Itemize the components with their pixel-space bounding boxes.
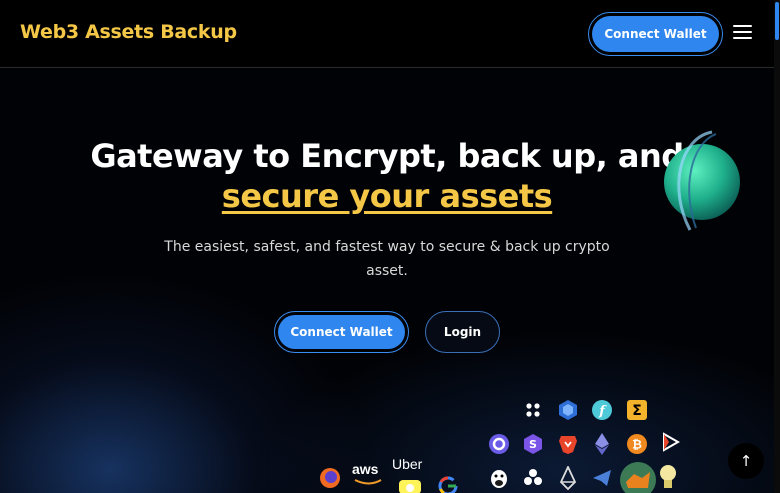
top-navbar: Web3 Assets Backup Connect Wallet [0, 0, 774, 68]
hamburger-menu-icon[interactable] [733, 25, 752, 41]
aws-smile-icon [354, 479, 382, 485]
page-scrollbar[interactable] [774, 0, 780, 493]
svg-text:Σ: Σ [632, 403, 642, 419]
brave-icon [559, 436, 577, 454]
svg-text:S: S [529, 438, 537, 451]
metamask-icon [620, 462, 656, 493]
arrow-up-icon: ↑ [739, 452, 753, 470]
scrollbar-thumb[interactable] [775, 2, 779, 40]
dots-icon [524, 469, 542, 485]
hero-connect-wallet-button[interactable]: Connect Wallet [278, 315, 405, 349]
hero-title-plain: Gateway to Encrypt, back up, and [90, 137, 684, 175]
telegram-icon [593, 470, 611, 486]
ocean-icon [489, 434, 509, 454]
header-connect-wallet-button[interactable]: Connect Wallet [592, 16, 719, 52]
eos-icon [559, 466, 577, 490]
bulb-icon [660, 465, 676, 488]
hero-subtitle: The easiest, safest, and fastest way to … [164, 239, 610, 279]
snapchat-icon [399, 480, 421, 493]
brand-logo-text[interactable]: Web3 Assets Backup [20, 21, 237, 43]
login-button[interactable]: Login [425, 311, 500, 353]
ethereum-icon [595, 433, 609, 455]
planet-illustration-icon [664, 130, 740, 231]
firefox-icon [320, 468, 340, 488]
google-icon [438, 476, 458, 493]
kyber-icon [559, 400, 577, 420]
aws-icon: aws [352, 461, 379, 477]
hero-connect-wallet-wrapper: Connect Wallet [274, 311, 409, 353]
hero-title: Gateway to Encrypt, back up, and secure … [40, 136, 734, 216]
scroll-to-top-button[interactable]: ↑ [728, 443, 764, 479]
hero-title-accent: secure your assets [221, 177, 553, 215]
penguin-icon [491, 470, 507, 488]
page: Web3 Assets Backup Connect Wallet Gatewa… [0, 0, 780, 493]
solana-icon: S [524, 434, 542, 454]
filecoin-icon: f [592, 400, 612, 420]
play-icon [663, 432, 681, 452]
bitcoin-icon: ₿ [627, 434, 647, 454]
header-connect-wallet-wrapper: Connect Wallet [588, 12, 723, 56]
uber-icon: Uber [392, 456, 423, 472]
elrond-icon: Σ [627, 400, 647, 420]
polkadot-icon [526, 403, 540, 417]
svg-text:₿: ₿ [632, 438, 642, 452]
